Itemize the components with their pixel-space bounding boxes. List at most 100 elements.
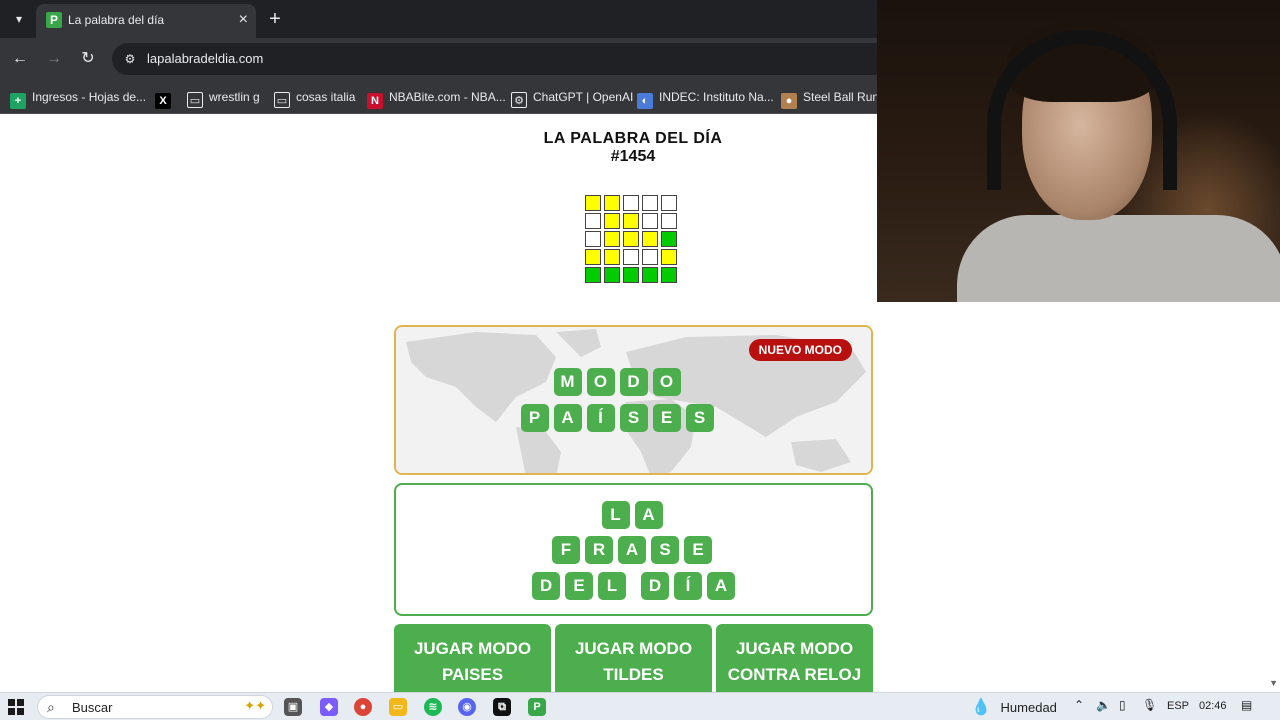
letter-tile: D [641,572,669,600]
bookmark-item[interactable]: ◐ INDEC: Instituto Na... [637,87,774,109]
grid-cell [642,249,658,265]
letter-tile: O [652,368,681,396]
grid-cell [604,249,620,265]
bookmark-label: cosas italia [296,90,356,104]
letter-tile: P [520,404,549,432]
file-explorer-icon[interactable]: ▭ [389,698,407,716]
grid-cell [661,195,677,211]
capcut-icon[interactable]: ⧉ [493,698,511,716]
bookmark-item[interactable]: + Ingresos - Hojas de... [10,87,147,109]
site-favicon-icon: P [46,12,62,28]
x-icon: X [155,93,171,109]
modo-paises-card[interactable]: NUEVO MODO MODOPAÍSES [394,325,873,475]
active-tab[interactable]: P La palabra del día × [36,4,256,38]
reload-icon[interactable]: ↻ [76,47,100,71]
bookmark-item[interactable]: X [155,87,177,109]
grid-cell [642,213,658,229]
copilot-icon[interactable]: ◆ [320,698,338,716]
nba-icon: N [367,93,383,109]
letter-tile: S [619,404,648,432]
windows-start-icon[interactable] [8,699,24,715]
spotify-icon[interactable]: ≋ [424,698,442,716]
lapalabra-app-icon[interactable]: P [528,698,546,716]
grid-cell [661,249,677,265]
letter-tile: S [685,404,714,432]
grid-cell [604,213,620,229]
grid-cell [585,231,601,247]
site-info-icon[interactable]: ⚙ [122,51,138,67]
bookmark-item[interactable]: ⚙ ChatGPT | OpenAI [511,87,634,108]
search-placeholder: Buscar [72,700,113,715]
button-label-line2: PAISES [441,665,504,684]
forward-icon[interactable]: → [42,47,66,71]
letter-tile: D [532,572,560,600]
letter-tile: L [598,572,626,600]
clock[interactable]: 02:46 [1199,700,1227,712]
letter-tile: F [552,536,580,564]
bookmark-label: Ingresos - Hojas de... [32,90,147,104]
chrome-icon[interactable]: ● [354,698,372,716]
tab-close-icon[interactable]: × [239,10,248,30]
steel-ball-icon: ● [781,93,797,109]
page-title: LA PALABRA DEL DÍA [543,130,723,147]
windows-taskbar: ⌕ Buscar ✦✦ ▣ ◆ ● ▭ ≋ ◉ ⧉ P 💧 Humedad ⌃ … [0,692,1280,720]
letter-tile: A [707,572,735,600]
folder-icon: ▭ [187,92,203,108]
letter-tile: A [634,501,663,529]
search-icon: ⌕ [47,699,55,715]
bookmark-item[interactable]: ▭ cosas italia [274,87,356,108]
letter-tile: S [651,536,679,564]
bookmark-item[interactable]: ▭ wrestlin g [187,87,260,108]
grid-cell [604,231,620,247]
discord-icon[interactable]: ◉ [458,698,476,716]
grid-cell [623,195,639,211]
language-indicator[interactable]: ESP [1167,700,1189,712]
bookmark-label: wrestlin g [209,90,260,104]
frase-del-dia-card[interactable]: LAFRASEDELDÍA [394,483,873,616]
grid-cell [661,231,677,247]
jugar-modo-tildes-button[interactable]: JUGAR MODO TILDES [555,624,712,692]
task-view-icon[interactable]: ▣ [284,698,302,716]
indec-icon: ◐ [637,93,653,109]
button-label-line2: CONTRA RELOJ [727,665,862,684]
button-label-line2: TILDES [603,665,664,684]
bookmark-item[interactable]: N NBABite.com - NBA... [367,87,506,109]
grid-cell [585,213,601,229]
button-label-line1: JUGAR MODO [574,639,693,658]
bookmark-label: INDEC: Instituto Na... [659,90,774,104]
sheets-icon: + [10,93,26,109]
jugar-modo-contra-reloj-button[interactable]: JUGAR MODO CONTRA RELOJ [716,624,873,692]
openai-icon: ⚙ [511,92,527,108]
grid-cell [585,249,601,265]
letter-tile: O [586,368,615,396]
letter-tile: E [565,572,593,600]
tab-search-icon[interactable]: ▾ [8,8,30,30]
camera-icon[interactable]: ▯ [1119,698,1126,712]
letter-tile: E [684,536,712,564]
page-content: LA PALABRA DEL DÍA #1454 NUEVO MODO MODO… [0,114,877,692]
tab-title: La palabra del día [68,13,165,27]
bookmark-item[interactable]: ● Steel Ball Run M [781,87,892,109]
letter-tile: E [652,404,681,432]
nuevo-modo-badge: NUEVO MODO [748,339,852,361]
weather-widget[interactable]: 💧 Humedad [971,697,1057,717]
bookmark-label: ChatGPT | OpenAI [533,90,634,104]
tray-overflow-icon[interactable]: ⌃ [1074,698,1084,712]
button-label-line1: JUGAR MODO [735,639,854,658]
microphone-icon[interactable]: 🎙 [1142,698,1157,712]
notifications-icon[interactable]: ▤ [1241,698,1252,712]
grid-cell [604,267,620,283]
taskbar-search-box[interactable]: ⌕ Buscar ✦✦ [37,695,273,719]
new-tab-icon[interactable]: + [264,6,286,32]
grid-cell [661,213,677,229]
webcam-overlay [877,0,1280,302]
jugar-modo-paises-button[interactable]: JUGAR MODO PAISES [394,624,551,692]
back-icon[interactable]: ← [8,47,32,71]
grid-cell [585,267,601,283]
letter-tile: M [553,368,582,396]
letter-tile: A [618,536,646,564]
grid-cell [661,267,677,283]
grid-cell [623,231,639,247]
volume-icon[interactable]: 🔈 [1096,698,1111,712]
scroll-down-icon[interactable]: ▼ [1269,678,1278,688]
